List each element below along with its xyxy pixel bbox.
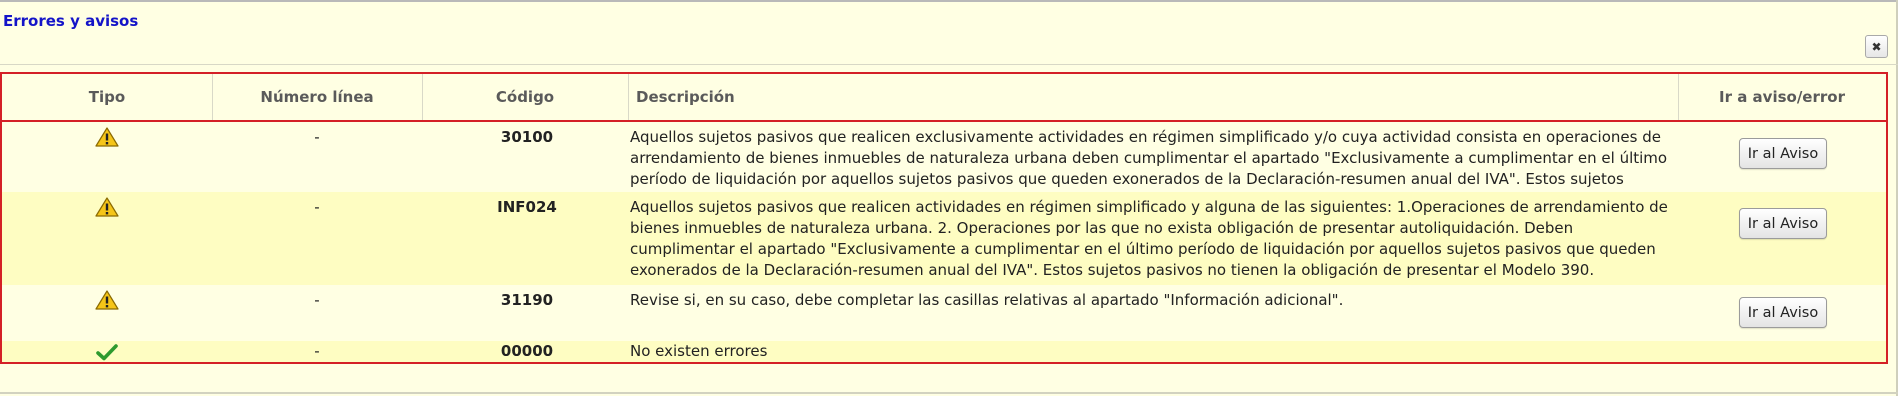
go-to-warning-button[interactable]: Ir al Aviso [1738, 297, 1828, 328]
row-type-cell [2, 342, 212, 368]
table-row: - 00000 No existen errores [2, 341, 1886, 362]
row-action-cell: Ir al Aviso [1680, 138, 1886, 169]
warning-icon [95, 127, 119, 147]
row-description: No existen errores [630, 342, 768, 360]
go-to-warning-button[interactable]: Ir al Aviso [1738, 138, 1828, 169]
row-line-number: - [314, 128, 320, 146]
column-header-ir[interactable]: Ir a aviso/error [1678, 74, 1886, 120]
row-line-number: - [314, 291, 320, 309]
row-action-cell: Ir al Aviso [1680, 297, 1886, 328]
errors-table: Tipo Número línea Código Descripción Ir … [0, 72, 1888, 364]
row-line-number: - [314, 198, 320, 216]
warning-icon [95, 290, 119, 310]
column-divider [628, 74, 629, 120]
row-code: 00000 [500, 342, 554, 360]
row-type-cell [2, 197, 212, 223]
column-header-descripcion[interactable]: Descripción [636, 74, 1676, 120]
column-header-numero-linea[interactable]: Número línea [212, 74, 422, 120]
checkmark-icon [96, 344, 118, 361]
warning-icon [95, 197, 119, 217]
title-divider [0, 64, 1898, 65]
row-code: 30100 [500, 128, 554, 146]
column-header-codigo[interactable]: Código [422, 74, 628, 120]
row-line-number: - [314, 342, 320, 360]
table-row: - 31190 Revise si, en su caso, debe comp… [2, 285, 1886, 341]
row-description: Aquellos sujetos pasivos que realicen ac… [630, 198, 1668, 279]
column-header-tipo[interactable]: Tipo [2, 74, 212, 120]
window-bottom-border [0, 392, 1898, 394]
table-row: - INF024 Aquellos sujetos pasivos que re… [2, 192, 1886, 285]
row-description: Revise si, en su caso, debe completar la… [630, 291, 1344, 309]
window-top-border [0, 0, 1898, 2]
row-type-cell [2, 127, 212, 153]
table-row: - 30100 Aquellos sujetos pasivos que rea… [2, 122, 1886, 209]
row-action-cell: Ir al Aviso [1680, 208, 1886, 239]
row-code: INF024 [497, 198, 557, 216]
go-to-warning-button[interactable]: Ir al Aviso [1738, 208, 1828, 239]
table-header: Tipo Número línea Código Descripción Ir … [2, 74, 1886, 122]
close-icon: ✖ [1871, 39, 1882, 54]
row-code: 31190 [500, 291, 554, 309]
row-type-cell [2, 290, 212, 316]
close-button[interactable]: ✖ [1865, 35, 1888, 58]
panel-title: Errores y avisos [3, 12, 139, 30]
